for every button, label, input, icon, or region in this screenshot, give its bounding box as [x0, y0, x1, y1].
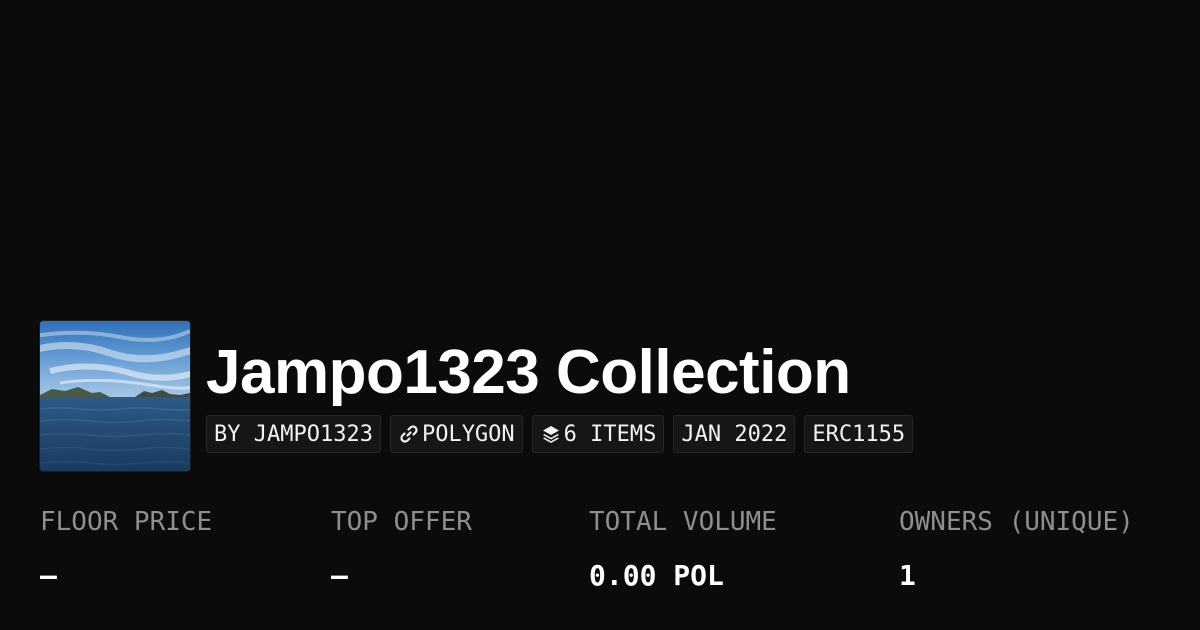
stat-total-volume: TOTAL VOLUME 0.00 POL: [589, 505, 777, 593]
items-label: 6 ITEMS: [563, 421, 657, 447]
seascape-image: [40, 321, 190, 471]
stat-floor-price: FLOOR PRICE —: [40, 505, 212, 593]
stat-top-offer: TOP OFFER —: [331, 505, 472, 593]
creator-badge[interactable]: BY JAMPO1323: [206, 415, 381, 453]
items-badge[interactable]: 6 ITEMS: [531, 415, 665, 453]
stat-owners: OWNERS (UNIQUE) 1: [899, 505, 1134, 593]
stat-label: TOTAL VOLUME: [589, 507, 777, 537]
standard-label: ERC1155: [812, 421, 906, 447]
collection-avatar: [40, 321, 190, 471]
chain-label: POLYGON: [421, 421, 515, 447]
stat-value: —: [40, 559, 57, 592]
standard-badge: ERC1155: [804, 415, 914, 453]
stat-label: OWNERS (UNIQUE): [899, 507, 1134, 537]
collection-title: Jampo1323 Collection: [206, 338, 851, 407]
creator-label: BY JAMPO1323: [214, 421, 373, 447]
link-icon: [398, 423, 420, 445]
stat-label: TOP OFFER: [331, 507, 472, 537]
stat-value: 0.00 POL: [589, 559, 724, 592]
layers-icon: [540, 423, 562, 445]
date-badge: JAN 2022: [673, 415, 796, 453]
stat-value: —: [331, 559, 348, 592]
stat-label: FLOOR PRICE: [40, 507, 213, 537]
collection-badges: BY JAMPO1323 POLYGON 6 ITEMS JAN 2022 ER…: [206, 415, 914, 453]
stat-value: 1: [899, 559, 916, 592]
chain-badge[interactable]: POLYGON: [389, 415, 523, 453]
date-label: JAN 2022: [681, 421, 788, 447]
